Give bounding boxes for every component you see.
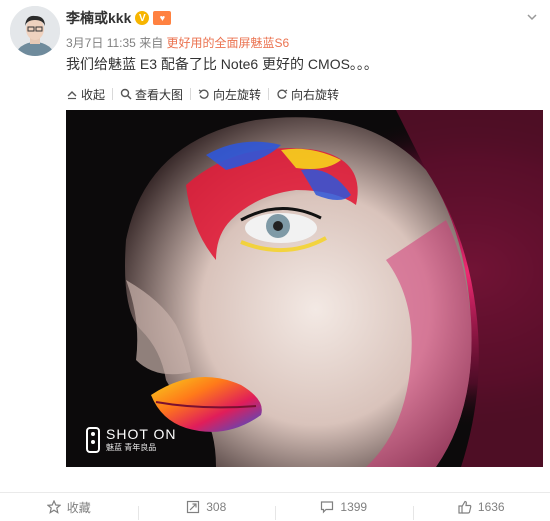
avatar[interactable] [10, 6, 60, 56]
post-photo[interactable]: SHOT ON 魅蓝 青年良品 [66, 110, 543, 467]
rotate-left-icon [198, 88, 210, 100]
image-toolbar: 收起 查看大图 向左旋转 向右旋转 [66, 84, 346, 104]
post-action-bar: 收藏 308 1399 1636 [0, 492, 550, 521]
source-prefix: 来自 [139, 36, 163, 50]
view-large-label: 查看大图 [135, 86, 183, 103]
comment-icon [320, 500, 334, 514]
post-date[interactable]: 3月7日 [66, 36, 103, 50]
rotate-right-icon [276, 88, 288, 100]
portrait-illustration [66, 110, 543, 467]
thumbs-up-icon [458, 500, 472, 514]
like-button[interactable]: 1636 [413, 500, 550, 514]
search-icon [120, 88, 132, 100]
comment-count: 1399 [340, 500, 367, 514]
repost-icon [186, 500, 200, 514]
camera-icon [86, 427, 100, 453]
favorite-label: 收藏 [67, 499, 91, 516]
rotate-right-label: 向右旋转 [291, 86, 339, 103]
watermark-title: SHOT ON [106, 426, 177, 442]
watermark-brand: 魅蓝 [106, 443, 122, 452]
comment-button[interactable]: 1399 [275, 500, 413, 514]
view-large-button[interactable]: 查看大图 [113, 86, 190, 103]
post-text: 我们给魅蓝 E3 配备了比 Note6 更好的 CMOS。。。 [66, 54, 378, 74]
shot-on-watermark: SHOT ON 魅蓝 青年良品 [86, 426, 177, 453]
chevron-down-icon[interactable] [526, 10, 538, 22]
repost-button[interactable]: 308 [138, 500, 276, 514]
collapse-icon [66, 88, 78, 100]
member-level-icon[interactable]: ♥ [153, 11, 171, 25]
star-icon [47, 500, 61, 514]
user-name[interactable]: 李楠或kkk [66, 8, 131, 28]
post-time[interactable]: 11:35 [107, 36, 136, 50]
favorite-button[interactable]: 收藏 [0, 499, 138, 516]
rotate-left-label: 向左旋转 [213, 86, 261, 103]
post-source-device[interactable]: 更好用的全面屏魅蓝S6 [167, 36, 290, 50]
collapse-label: 收起 [81, 86, 105, 103]
rotate-left-button[interactable]: 向左旋转 [191, 86, 268, 103]
post-meta: 3月7日 11:35 来自 更好用的全面屏魅蓝S6 [66, 34, 289, 51]
like-count: 1636 [478, 500, 505, 514]
verified-icon: V [135, 11, 149, 25]
user-name-row: 李楠或kkk V ♥ [66, 8, 171, 28]
weibo-post-card: 李楠或kkk V ♥ 3月7日 11:35 来自 更好用的全面屏魅蓝S6 我们给… [0, 0, 550, 520]
repost-count: 308 [206, 500, 226, 514]
collapse-button[interactable]: 收起 [66, 86, 112, 103]
rotate-right-button[interactable]: 向右旋转 [269, 86, 346, 103]
watermark-slogan: 青年良品 [124, 443, 156, 452]
